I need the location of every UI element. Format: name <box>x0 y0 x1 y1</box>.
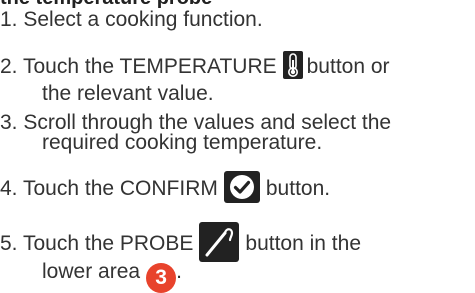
thermometer-icon <box>282 51 303 79</box>
checkmark-icon <box>223 171 260 203</box>
step-text: Touch the TEMPERATURE <box>22 55 277 78</box>
step-number: 2. <box>0 55 18 78</box>
step-number: 3. <box>0 111 18 134</box>
step-text: the relevant value. <box>42 82 214 105</box>
step-text: Select a cooking function. <box>23 8 263 31</box>
probe-icon <box>199 222 240 262</box>
step-text: Touch the PROBE <box>22 232 194 255</box>
step-text: required cooking temperature. <box>42 131 323 154</box>
step-5-continued: lower area 3. <box>42 260 182 293</box>
step-number: 5. <box>0 232 18 255</box>
step-2-continued: the relevant value. <box>42 82 214 106</box>
step-2: 2. Touch the TEMPERATURE button or <box>0 51 390 79</box>
step-number: 4. <box>0 177 18 200</box>
step-text-end: . <box>176 260 182 283</box>
step-text: Touch the CONFIRM <box>22 177 218 200</box>
step-5: 5. Touch the PROBE button in the <box>0 222 361 262</box>
callout-badge: 3 <box>146 263 177 293</box>
step-text-after: button in the <box>245 232 361 255</box>
step-1: 1. Select a cooking function. <box>0 8 263 32</box>
step-3-continued: required cooking temperature. <box>42 131 322 155</box>
step-text-after: button or <box>306 55 390 78</box>
step-number: 1. <box>0 8 18 31</box>
step-text: lower area <box>42 260 141 283</box>
step-text-after: button. <box>265 177 331 200</box>
step-4: 4. Touch the CONFIRM button. <box>0 171 330 203</box>
